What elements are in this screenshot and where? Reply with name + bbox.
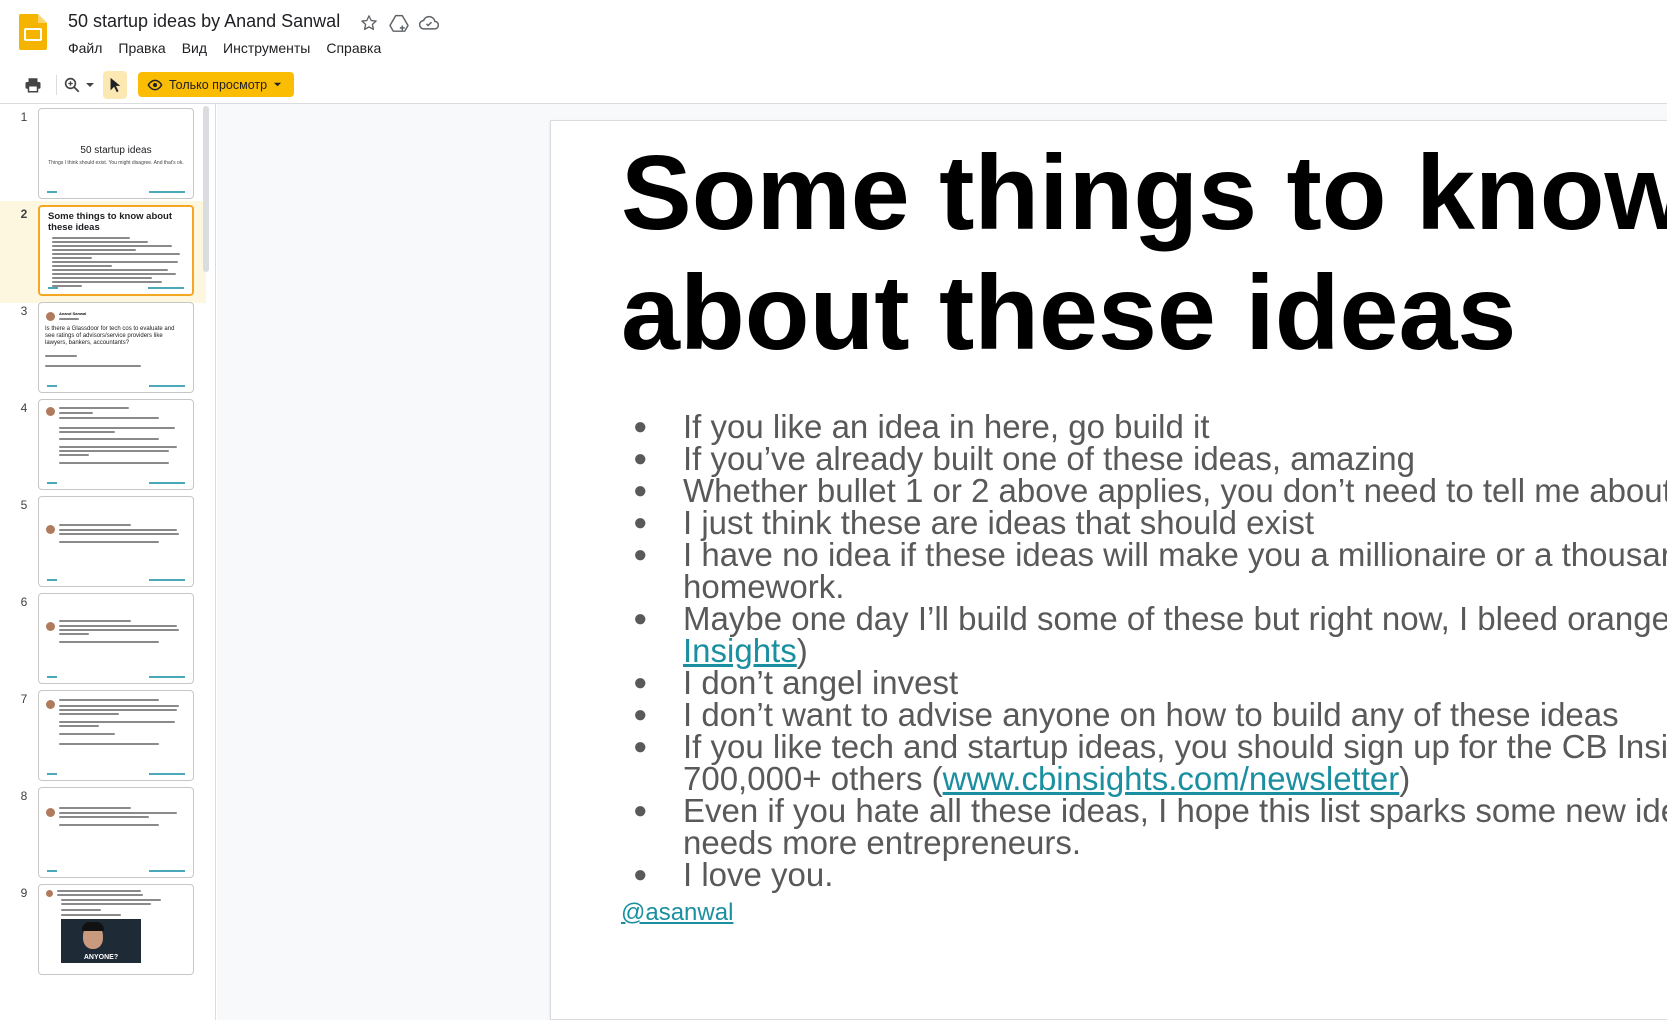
slide-thumbnail-4[interactable]: 4 <box>0 395 206 497</box>
slide-canvas: Some things to know about these ideas If… <box>217 104 1667 1020</box>
avatar <box>46 890 53 897</box>
drive-move-icon[interactable] <box>388 12 410 34</box>
menu-help[interactable]: Справка <box>318 38 389 58</box>
thumbnail-footer <box>47 191 185 193</box>
slide-thumbnail-5[interactable]: 5 <box>0 492 206 594</box>
list-item: I have no idea if these ideas will make … <box>633 538 1667 603</box>
slide-number: 5 <box>20 498 28 512</box>
thumbnail-title: Some things to know about these ideas <box>48 211 173 233</box>
toolbar-divider <box>56 75 57 95</box>
star-icon[interactable] <box>358 12 380 34</box>
menu-view[interactable]: Вид <box>174 38 215 58</box>
slide-filmstrip[interactable]: 1 50 startup ideas Things I think should… <box>0 104 216 1020</box>
list-item: I don’t want to advise anyone on how to … <box>633 698 1667 731</box>
thumbnail-footer <box>47 773 185 775</box>
list-item: Maybe one day I’ll build some of these b… <box>633 602 1667 667</box>
thumbnail-title: 50 startup ideas <box>80 145 152 156</box>
thumbnail-footer <box>47 385 185 387</box>
toolbar: Только просмотр <box>0 66 1667 104</box>
twitter-handle-link[interactable]: @asanwal <box>621 899 733 927</box>
title-actions <box>358 12 440 34</box>
slide-thumbnail-1[interactable]: 1 50 startup ideas Things I think should… <box>0 104 206 206</box>
cloud-icon[interactable] <box>418 12 440 34</box>
list-item: I don’t angel invest <box>633 666 1667 699</box>
slide-number: 4 <box>20 401 28 415</box>
slide-number: 7 <box>20 692 28 706</box>
thumbnail-frame[interactable] <box>38 787 194 878</box>
tweet-handle <box>59 318 79 320</box>
view-only-label: Только просмотр <box>169 77 268 92</box>
chevron-down-icon <box>86 83 94 87</box>
select-tool-button[interactable] <box>103 71 127 99</box>
avatar <box>46 700 55 709</box>
tweet-text: Is there a Glassdoor for tech cos to eva… <box>45 326 175 346</box>
avatar <box>46 407 55 416</box>
avatar <box>46 525 55 534</box>
thumbnail-footer <box>48 287 184 289</box>
slide-number: 1 <box>20 110 28 124</box>
tweet-author: Anand Sanwal <box>59 311 87 316</box>
menu-bar: Файл Правка Вид Инструменты Справка <box>60 38 389 58</box>
slide-thumbnail-8[interactable]: 8 <box>0 783 206 885</box>
menu-edit[interactable]: Правка <box>110 38 173 58</box>
slide-number: 8 <box>20 789 28 803</box>
avatar <box>46 312 55 321</box>
chevron-down-icon <box>273 82 282 87</box>
thumbnail-frame[interactable] <box>38 399 194 490</box>
filmstrip-scrollbar-thumb[interactable] <box>203 106 209 272</box>
thumbnail-footer <box>47 870 185 872</box>
zoom-icon <box>64 77 80 93</box>
slide-thumbnail-3[interactable]: 3 Anand Sanwal Is there a Glassdoor for … <box>0 298 206 400</box>
list-item: If you like tech and startup ideas, you … <box>633 730 1667 795</box>
list-item: Even if you hate all these ideas, I hope… <box>633 794 1667 859</box>
thumbnail-frame[interactable]: Anand Sanwal Is there a Glassdoor for te… <box>38 302 194 393</box>
list-item: I just think these are ideas that should… <box>633 506 1667 539</box>
thumbnail-frame[interactable] <box>38 496 194 587</box>
avatar <box>46 808 55 817</box>
print-button[interactable] <box>18 71 48 99</box>
slide-thumbnail-7[interactable]: 7 <box>0 686 206 788</box>
thumbnail-frame[interactable] <box>38 593 194 684</box>
list-item: Whether bullet 1 or 2 above applies, you… <box>633 474 1667 507</box>
slide-thumbnail-6[interactable]: 6 <box>0 589 206 691</box>
bullet-list: If you like an idea in here, go build it… <box>633 410 1667 891</box>
tweet-stats <box>45 365 141 367</box>
thumbnail-footer <box>47 676 185 678</box>
app-header: 50 startup ideas by Anand Sanwal Файл Пр… <box>0 0 1667 64</box>
thumbnail-frame[interactable] <box>38 690 194 781</box>
thumbnail-frame[interactable]: ANYONE? <box>38 884 194 975</box>
current-slide: Some things to know about these ideas If… <box>550 120 1667 1020</box>
tweet-date <box>45 355 77 357</box>
zoom-button[interactable] <box>60 71 98 99</box>
slide-thumbnail-2[interactable]: 2 Some things to know about these ideas <box>0 201 206 303</box>
print-icon <box>25 78 41 93</box>
slide-title: Some things to know about these ideas <box>621 134 1667 372</box>
thumbnail-footer <box>47 482 185 484</box>
slide-number: 6 <box>20 595 28 609</box>
slide-thumbnail-9[interactable]: 9 ANYONE? <box>0 880 206 982</box>
slides-logo-icon[interactable] <box>19 14 47 50</box>
doc-title[interactable]: 50 startup ideas by Anand Sanwal <box>68 11 340 32</box>
list-item: If you like an idea in here, go build it <box>633 410 1667 443</box>
meme-caption: ANYONE? <box>83 954 119 961</box>
menu-tools[interactable]: Инструменты <box>215 38 318 58</box>
eye-icon <box>147 79 163 90</box>
thumbnail-footer <box>47 579 185 581</box>
slide-number: 2 <box>20 207 28 221</box>
slide-number: 9 <box>20 886 28 900</box>
list-item: I love you. <box>633 858 1667 891</box>
avatar <box>46 622 55 631</box>
thumbnail-frame[interactable]: Some things to know about these ideas <box>38 205 194 296</box>
cursor-icon <box>110 77 121 93</box>
thumbnail-frame[interactable]: 50 startup ideas Things I think should e… <box>38 108 194 199</box>
meme-image: ANYONE? <box>61 919 141 963</box>
list-item: If you’ve already built one of these ide… <box>633 442 1667 475</box>
view-only-button[interactable]: Только просмотр <box>138 72 294 97</box>
menu-file[interactable]: Файл <box>60 38 110 58</box>
slide-number: 3 <box>20 304 28 318</box>
thumbnail-subtitle: Things I think should exist. You might d… <box>48 160 184 166</box>
